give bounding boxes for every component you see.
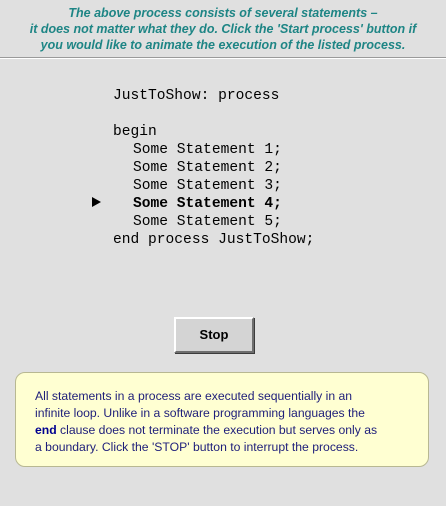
statement-line: Some Statement 3; <box>133 178 282 194</box>
intro-text: The above process consists of several st… <box>4 5 442 53</box>
info-line: end clause does not terminate the execut… <box>35 422 410 439</box>
info-box: All statements in a process are executed… <box>15 372 429 467</box>
divider <box>0 57 446 59</box>
process-code-listing: JustToShow: process begin Some Statement… <box>113 87 314 249</box>
statement-line: Some Statement 2; <box>133 160 282 176</box>
intro-line: you would like to animate the execution … <box>40 38 406 52</box>
info-line: infinite loop. Unlike in a software prog… <box>35 406 365 420</box>
active-statement-line: Some Statement 4; <box>133 196 282 212</box>
process-header-line: JustToShow: process <box>113 88 280 104</box>
stop-button[interactable]: Stop <box>174 317 254 353</box>
begin-line: begin <box>113 124 157 140</box>
end-keyword: end <box>35 423 57 437</box>
info-line: a boundary. Click the 'STOP' button to i… <box>35 440 359 454</box>
statement-line: Some Statement 5; <box>133 214 282 230</box>
intro-line: The above process consists of several st… <box>68 6 378 20</box>
end-process-line: end process JustToShow; <box>113 232 315 248</box>
intro-line: it does not matter what they do. Click t… <box>29 22 417 36</box>
statement-line: Some Statement 1; <box>133 142 282 158</box>
info-line: All statements in a process are executed… <box>35 389 353 403</box>
current-statement-pointer-icon <box>92 197 101 207</box>
info-line-text: clause does not terminate the execution … <box>56 423 378 437</box>
